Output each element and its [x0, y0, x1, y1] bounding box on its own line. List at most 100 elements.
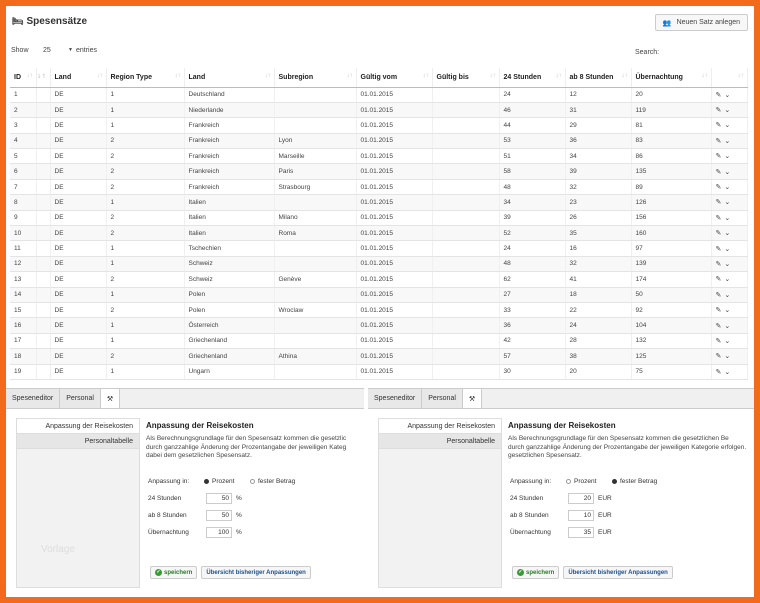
new-rate-button[interactable]: 👥 Neuen Satz anlegen	[654, 14, 748, 31]
save-button[interactable]: ✓ speichern	[150, 566, 198, 579]
edit-icon[interactable]: ✎	[716, 198, 722, 206]
chevron-down-icon[interactable]: ⌄	[724, 106, 730, 114]
edit-icon[interactable]: ✎	[716, 168, 722, 176]
edit-icon[interactable]: ✎	[716, 121, 722, 129]
table-cell: DE	[50, 287, 107, 303]
table-row[interactable]: 16 DE 1 Österreich 01.01.2015 36 24 104 ✎ ⌄	[10, 317, 748, 334]
chevron-down-icon[interactable]: ⌄	[724, 91, 730, 99]
chevron-down-icon[interactable]: ⌄	[724, 306, 730, 314]
column-header[interactable]: Land ↓↑	[184, 68, 275, 88]
sidebar-item[interactable]: Personaltabelle	[379, 434, 501, 449]
column-header[interactable]: ⇂↿	[36, 68, 51, 88]
tab[interactable]: Personal	[60, 389, 101, 408]
edit-icon[interactable]: ✎	[716, 214, 722, 222]
column-header[interactable]: Region Type ↓↑	[106, 68, 185, 88]
field-input[interactable]: 50	[206, 493, 232, 504]
history-button[interactable]: Übersicht bisheriger Anpassungen	[201, 566, 311, 579]
table-row[interactable]: 15 DE 2 Polen Wroclaw 01.01.2015 33 22 92 ✎ ⌄	[10, 302, 748, 319]
table-row[interactable]: 9 DE 2 Italien Milano 01.01.2015 39 26 156 ✎ ⌄	[10, 210, 748, 227]
edit-icon[interactable]: ✎	[716, 137, 722, 145]
chevron-down-icon[interactable]: ⌄	[724, 152, 730, 160]
chevron-down-icon[interactable]: ▼	[68, 47, 73, 53]
edit-icon[interactable]: ✎	[716, 337, 722, 345]
table-row[interactable]: 13 DE 2 Schweiz Genève 01.01.2015 62 41 174 ✎ ⌄	[10, 271, 748, 288]
edit-icon[interactable]: ✎	[716, 368, 722, 376]
chevron-down-icon[interactable]: ⌄	[724, 198, 730, 206]
column-header[interactable]: 24 Stunden ↓↑	[499, 68, 566, 88]
sidebar-item[interactable]: Anpassung der Reisekosten	[17, 419, 139, 434]
chevron-down-icon[interactable]: ⌄	[724, 260, 730, 268]
tab-tools[interactable]: ⚒	[462, 389, 483, 408]
table-row[interactable]: 14 DE 1 Polen 01.01.2015 27 18 50 ✎ ⌄	[10, 287, 748, 303]
edit-icon[interactable]: ✎	[716, 106, 722, 114]
edit-icon[interactable]: ✎	[716, 245, 722, 253]
save-button[interactable]: ✓ speichern	[512, 566, 560, 579]
chevron-down-icon[interactable]: ⌄	[724, 183, 730, 191]
field-input[interactable]: 100	[206, 527, 232, 538]
edit-icon[interactable]: ✎	[716, 352, 722, 360]
column-header[interactable]: ID ↓↑	[10, 68, 37, 88]
table-row[interactable]: 19 DE 1 Ungarn 01.01.2015 30 20 75 ✎ ⌄	[10, 364, 748, 380]
table-row[interactable]: 4 DE 2 Frankreich Lyon 01.01.2015 53 36 83 ✎ ⌄	[10, 133, 748, 150]
table-row[interactable]: 18 DE 2 Griechenland Athina 01.01.2015 57 38 125…	[10, 348, 748, 365]
column-header-label: ab 8 Stunden	[569, 73, 614, 81]
chevron-down-icon[interactable]: ⌄	[724, 291, 730, 299]
table-row[interactable]: 8 DE 1 Italien 01.01.2015 34 23 126 ✎ ⌄	[10, 194, 748, 211]
table-row[interactable]: 7 DE 2 Frankreich Strasbourg 01.01.2015 48 32 89…	[10, 179, 748, 196]
table-row[interactable]: 5 DE 2 Frankreich Marseille 01.01.2015 51 34 86 ✎…	[10, 148, 748, 165]
edit-icon[interactable]: ✎	[716, 91, 722, 99]
tab[interactable]: Speseneditor	[368, 389, 423, 408]
column-header[interactable]: Gültig vom ↓↑	[356, 68, 433, 88]
edit-icon[interactable]: ✎	[716, 291, 722, 299]
chevron-down-icon[interactable]: ⌄	[724, 245, 730, 253]
column-header[interactable]: Land ↓↑	[50, 68, 107, 88]
table-row[interactable]: 1 DE 1 Deutschland 01.01.2015 24 12 20 ✎ ⌄	[10, 87, 748, 103]
history-button[interactable]: Übersicht bisheriger Anpassungen	[563, 566, 673, 579]
edit-icon[interactable]: ✎	[716, 152, 722, 160]
edit-icon[interactable]: ✎	[716, 183, 722, 191]
chevron-down-icon[interactable]: ⌄	[724, 352, 730, 360]
chevron-down-icon[interactable]: ⌄	[724, 168, 730, 176]
chevron-down-icon[interactable]: ⌄	[724, 322, 730, 330]
table-row[interactable]: 11 DE 1 Tschechien 01.01.2015 24 16 97 ✎ ⌄	[10, 240, 748, 257]
edit-icon[interactable]: ✎	[716, 229, 722, 237]
tab[interactable]: Speseneditor	[6, 389, 61, 408]
column-header[interactable]: ↓↑	[711, 68, 748, 88]
field-input[interactable]: 20	[568, 493, 594, 504]
edit-icon[interactable]: ✎	[716, 260, 722, 268]
chevron-down-icon[interactable]: ⌄	[724, 229, 730, 237]
mode-radio[interactable]: Prozent	[204, 478, 234, 485]
field-label: Übernachtung	[148, 529, 189, 536]
chevron-down-icon[interactable]: ⌄	[724, 214, 730, 222]
edit-icon[interactable]: ✎	[716, 322, 722, 330]
chevron-down-icon[interactable]: ⌄	[724, 121, 730, 129]
tab[interactable]: Personal	[422, 389, 463, 408]
table-row[interactable]: 10 DE 2 Italien Roma 01.01.2015 52 35 160 ✎ ⌄	[10, 225, 748, 242]
column-header[interactable]: Gültig bis ↓↑	[432, 68, 500, 88]
column-header[interactable]: ab 8 Stunden ↓↑	[565, 68, 632, 88]
chevron-down-icon[interactable]: ⌄	[724, 275, 730, 283]
tab-tools[interactable]: ⚒	[100, 389, 121, 408]
column-header[interactable]: Subregion ↓↑	[274, 68, 357, 88]
chevron-down-icon[interactable]: ⌄	[724, 368, 730, 376]
table-row[interactable]: 12 DE 1 Schweiz 01.01.2015 48 32 139 ✎ ⌄	[10, 256, 748, 273]
table-row[interactable]: 3 DE 1 Frankreich 01.01.2015 44 29 81 ✎ ⌄	[10, 117, 748, 134]
field-input[interactable]: 10	[568, 510, 594, 521]
edit-icon[interactable]: ✎	[716, 306, 722, 314]
edit-icon[interactable]: ✎	[716, 275, 722, 283]
mode-radio[interactable]: Prozent	[566, 478, 596, 485]
table-row[interactable]: 2 DE 1 Niederlande 01.01.2015 46 31 119 ✎ ⌄	[10, 102, 748, 119]
table-row[interactable]: 17 DE 1 Griechenland 01.01.2015 42 28 132 ✎ ⌄	[10, 333, 748, 350]
sidebar-item[interactable]: Personaltabelle	[17, 434, 139, 449]
page-size-select[interactable]: 25	[43, 47, 51, 54]
sidebar-item[interactable]: Anpassung der Reisekosten	[379, 419, 501, 434]
table-row[interactable]: 6 DE 2 Frankreich Paris 01.01.2015 58 39 135 ✎ ⌄	[10, 163, 748, 180]
column-header[interactable]: Übernachtung ↓↑	[631, 68, 712, 88]
field-input[interactable]: 35	[568, 527, 594, 538]
mode-radio[interactable]: fester Betrag	[250, 478, 295, 485]
chevron-down-icon[interactable]: ⌄	[724, 337, 730, 345]
field-input[interactable]: 50	[206, 510, 232, 521]
mode-radio[interactable]: fester Betrag	[612, 478, 657, 485]
chevron-down-icon[interactable]: ⌄	[724, 137, 730, 145]
row-actions: ✎ ⌄	[711, 333, 748, 350]
